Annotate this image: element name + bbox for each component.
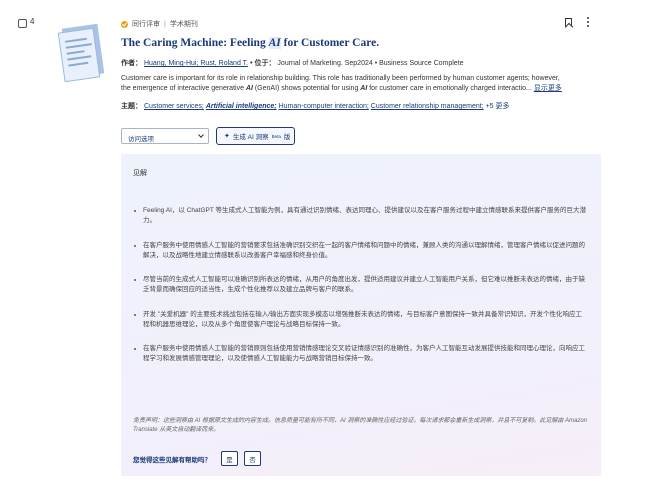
publication-type-row: 同行评审 | 学术期刊 [121,19,198,29]
insight-item: 开发 "关爱机器" 的主要技术挑战包括在输入/输出方面实现多模态以增强推断未表达… [133,310,588,330]
title-highlight: AI [268,37,281,49]
sparkle-icon: ✦ [224,133,230,140]
select-result-checkbox[interactable] [18,19,27,28]
show-more-link[interactable]: 显示更多 [534,85,562,92]
access-options-dropdown[interactable]: 访问选项 [121,128,209,144]
subject-link[interactable]: Human-computer interaction; [279,103,369,110]
article-title[interactable]: The Caring Machine: Feeling AI for Custo… [121,37,379,49]
insights-heading: 见解 [133,170,147,177]
peer-reviewed-icon [121,20,128,28]
feedback-row: 您觉得这些见解有帮助吗？ 是 否 [133,451,261,466]
subject-link[interactable]: Customer relationship management; [371,103,484,110]
insight-item: 在客户服务中使用情感人工智能的营销原则包括使用营销情感理论交叉验证情感识别的准确… [133,344,588,364]
more-options-icon[interactable] [587,17,590,29]
insights-list: Feeling AI，以 ChatGPT 等生成式人工智能为例，具有通过识别情绪… [133,206,588,379]
authors-link[interactable]: Huang, Ming-Hui; Rust, Roland T. [144,60,248,67]
ai-insights-panel: 见解 Feeling AI，以 ChatGPT 等生成式人工智能为例，具有通过识… [121,154,601,476]
abstract: Customer care is important for its role … [121,75,562,92]
document-thumbnail-icon[interactable] [57,23,105,84]
subject-link[interactable]: Customer services; [144,103,204,110]
bookmark-icon[interactable] [565,18,572,27]
insight-item: Feeling AI，以 ChatGPT 等生成式人工智能为例，具有通过识别情绪… [133,206,588,226]
feedback-no-button[interactable]: 否 [244,451,261,466]
feedback-yes-button[interactable]: 是 [221,451,238,466]
article-meta: 作者： Huang, Ming-Hui; Rust, Roland T. • 位… [121,60,464,67]
insight-item: 在客户服务中使用情感人工智能的营销要求包括准确识别交织在一起的客户情绪和问题中的… [133,241,588,261]
generate-ai-insights-button[interactable]: ✦ 生成 AI 洞察 Beta 版 [216,127,295,145]
source-info: Journal of Marketing. Sep2024 • Business… [277,60,464,67]
ai-disclaimer: 免责声明：这些洞察由 AI 根据原文生成的内容生成。信息质量可能有所不同，AI … [133,418,588,433]
insight-item: 尽管当前的生成式人工智能可以准确识别所表达的情绪，从用户的角度出发，提供适用建议… [133,275,588,295]
subject-link[interactable]: Artificial intelligence; [206,103,277,110]
source-type-label: 学术期刊 [169,21,198,28]
peer-reviewed-label: 同行评审 [132,21,160,28]
result-number: 4 [30,17,35,26]
feedback-question: 您觉得这些见解有帮助吗？ [133,456,211,464]
subjects-row: 主题： Customer services; Artificial intell… [121,103,510,110]
more-subjects-link[interactable]: +5 更多 [486,103,510,110]
chevron-down-icon [198,132,204,138]
